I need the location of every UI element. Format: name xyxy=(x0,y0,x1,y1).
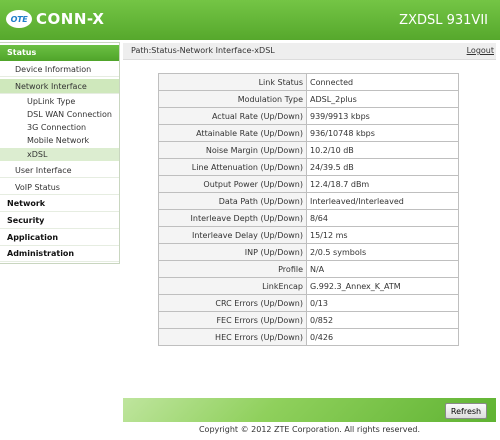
row-label: Line Attenuation (Up/Down) xyxy=(158,158,307,176)
row-label: Interleave Depth (Up/Down) xyxy=(158,209,307,227)
row-label: Data Path (Up/Down) xyxy=(158,192,307,210)
sidebar-item-xdsl[interactable]: xDSL xyxy=(0,148,119,161)
row-label: LinkEncap xyxy=(158,277,307,295)
table-row: INP (Up/Down) 2/0.5 symbols xyxy=(158,243,459,261)
row-value: 2/0.5 symbols xyxy=(306,243,459,261)
row-value: 0/852 xyxy=(306,311,459,329)
refresh-button[interactable]: Refresh xyxy=(445,403,487,419)
table-row: Attainable Rate (Up/Down) 936/10748 kbps xyxy=(158,124,459,142)
row-value: 10.2/10 dB xyxy=(306,141,459,159)
row-value: 936/10748 kbps xyxy=(306,124,459,142)
row-value: 12.4/18.7 dBm xyxy=(306,175,459,193)
row-label: Noise Margin (Up/Down) xyxy=(158,141,307,159)
header-bar: OTE CONN-X ZXDSL 931VII xyxy=(0,0,500,40)
table-row: Interleave Depth (Up/Down) 8/64 xyxy=(158,209,459,227)
row-value: 0/426 xyxy=(306,328,459,346)
table-row: Data Path (Up/Down) Interleaved/Interleav… xyxy=(158,192,459,210)
table-row: CRC Errors (Up/Down) 0/13 xyxy=(158,294,459,312)
sidebar-item-application[interactable]: Application xyxy=(0,230,119,246)
row-value: 939/9913 kbps xyxy=(306,107,459,125)
row-label: INP (Up/Down) xyxy=(158,243,307,261)
row-label: FEC Errors (Up/Down) xyxy=(158,311,307,329)
breadcrumb-bar: Path:Status-Network Interface-xDSL Logou… xyxy=(123,43,496,60)
sidebar-item-device-information[interactable]: Device Information xyxy=(0,62,119,77)
row-value: Interleaved/Interleaved xyxy=(306,192,459,210)
sidebar-item-uplink-type[interactable]: UpLink Type xyxy=(0,95,119,108)
row-label: Attainable Rate (Up/Down) xyxy=(158,124,307,142)
sidebar-item-user-interface[interactable]: User Interface xyxy=(0,163,119,178)
breadcrumb: Path:Status-Network Interface-xDSL xyxy=(131,46,275,55)
table-row: Noise Margin (Up/Down) 10.2/10 dB xyxy=(158,141,459,159)
row-value: 0/13 xyxy=(306,294,459,312)
sidebar-item-network-interface[interactable]: Network Interface xyxy=(0,79,119,94)
sidebar-item-security[interactable]: Security xyxy=(0,213,119,229)
logo: OTE CONN-X xyxy=(6,8,104,30)
model-name: ZXDSL 931VII xyxy=(399,13,488,28)
row-value: Connected xyxy=(306,73,459,91)
table-row: Output Power (Up/Down) 12.4/18.7 dBm xyxy=(158,175,459,193)
table-row: Profile N/A xyxy=(158,260,459,278)
sidebar-item-mobile-network[interactable]: Mobile Network xyxy=(0,134,119,147)
table-row: LinkEncap G.992.3_Annex_K_ATM xyxy=(158,277,459,295)
sidebar-item-network[interactable]: Network xyxy=(0,196,119,212)
row-label: CRC Errors (Up/Down) xyxy=(158,294,307,312)
row-label: Interleave Delay (Up/Down) xyxy=(158,226,307,244)
table-row: Actual Rate (Up/Down) 939/9913 kbps xyxy=(158,107,459,125)
copyright-text: Copyright © 2012 ZTE Corporation. All ri… xyxy=(198,425,421,434)
sidebar-item-voip-status[interactable]: VoIP Status xyxy=(0,180,119,195)
footer-bar: Refresh xyxy=(123,398,496,422)
table-row: Interleave Delay (Up/Down) 15/12 ms xyxy=(158,226,459,244)
row-label: HEC Errors (Up/Down) xyxy=(158,328,307,346)
row-value: ADSL_2plus xyxy=(306,90,459,108)
row-label: Link Status xyxy=(158,73,307,91)
row-value: 8/64 xyxy=(306,209,459,227)
table-row: FEC Errors (Up/Down) 0/852 xyxy=(158,311,459,329)
row-value: 15/12 ms xyxy=(306,226,459,244)
sidebar-item-3g-connection[interactable]: 3G Connection xyxy=(0,121,119,134)
ote-logo-icon: OTE xyxy=(6,10,32,28)
row-value: N/A xyxy=(306,260,459,278)
table-row: Line Attenuation (Up/Down) 24/39.5 dB xyxy=(158,158,459,176)
table-row: HEC Errors (Up/Down) 0/426 xyxy=(158,328,459,346)
xdsl-status-table: Link Status Connected Modulation Type ADSL_… xyxy=(158,73,459,346)
row-label: Profile xyxy=(158,260,307,278)
sidebar: Status Device Information Network Interf… xyxy=(0,42,120,264)
row-value: 24/39.5 dB xyxy=(306,158,459,176)
logo-text: CONN-X xyxy=(36,10,105,28)
row-label: Actual Rate (Up/Down) xyxy=(158,107,307,125)
sidebar-item-administration[interactable]: Administration xyxy=(0,246,119,262)
row-label: Output Power (Up/Down) xyxy=(158,175,307,193)
sidebar-item-status[interactable]: Status xyxy=(0,45,119,61)
row-label: Modulation Type xyxy=(158,90,307,108)
logout-link[interactable]: Logout xyxy=(467,46,494,55)
table-row: Modulation Type ADSL_2plus xyxy=(158,90,459,108)
row-value: G.992.3_Annex_K_ATM xyxy=(306,277,459,295)
sidebar-item-dsl-wan-connection[interactable]: DSL WAN Connection xyxy=(0,108,119,121)
table-row: Link Status Connected xyxy=(158,73,459,91)
